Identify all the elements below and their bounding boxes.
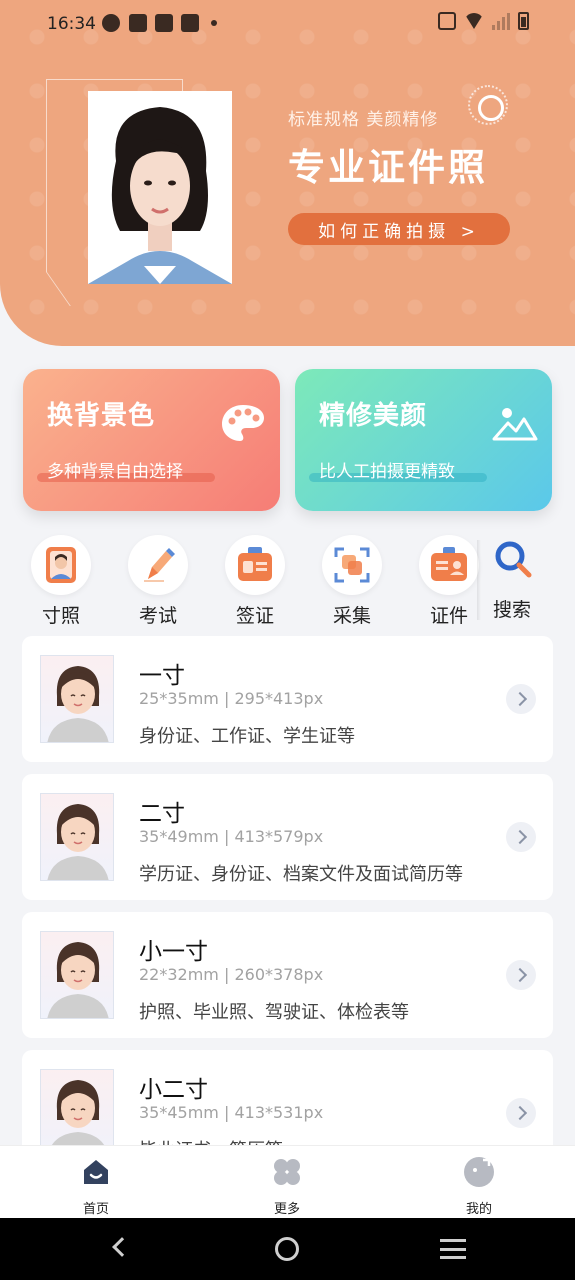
chevron-right-icon[interactable] <box>506 684 536 714</box>
category-label: 证件 <box>429 605 468 627</box>
photo-size-item[interactable]: 二寸 35*49mm | 413*579px 学历证、身份证、档案文件及面试简历… <box>22 774 553 900</box>
card-subtitle: 多种背景自由选择 <box>47 462 183 482</box>
sample-portrait <box>88 91 232 284</box>
chevron-right-icon[interactable] <box>506 822 536 852</box>
status-time: 16:34 <box>47 14 96 34</box>
avatar <box>40 655 114 743</box>
how-to-shoot-button[interactable]: 如何正确拍摄 > <box>288 213 510 245</box>
category-icon-circle <box>31 535 91 595</box>
dot-icon <box>211 20 217 26</box>
nav-mine[interactable]: 我的 <box>429 1146 529 1219</box>
category-exam[interactable]: 考试 <box>122 535 194 627</box>
palette-icon <box>222 405 264 441</box>
hero-subtitle: 标准规格 美颜精修 <box>288 110 439 130</box>
grid-icon <box>274 1159 300 1185</box>
card-title: 精修美颜 <box>319 401 428 431</box>
camera-ring-icon <box>468 85 508 125</box>
search-label: 搜索 <box>492 599 531 621</box>
card-title: 换背景色 <box>47 401 156 431</box>
app-icon <box>102 14 120 32</box>
bag-icon <box>155 14 173 32</box>
photo-size-item[interactable]: 小一寸 22*32mm | 260*378px 护照、毕业照、驾驶证、体检表等 <box>22 912 553 1038</box>
category-icon-circle <box>128 535 188 595</box>
nav-label: 我的 <box>465 1202 492 1217</box>
category-capture[interactable]: 采集 <box>316 535 388 627</box>
wifi-icon <box>464 13 484 29</box>
bag-icon <box>129 14 147 32</box>
category-label: 采集 <box>332 605 371 627</box>
category-inch-photo[interactable]: 寸照 <box>25 535 97 627</box>
portrait-icon <box>46 547 76 583</box>
status-bar: 16:34 <box>0 0 575 48</box>
category-label: 签证 <box>235 605 274 627</box>
category-label: 寸照 <box>41 605 80 627</box>
item-title: 二寸 <box>139 801 185 827</box>
vibrate-icon <box>438 12 456 30</box>
signal-icon <box>492 12 510 30</box>
item-title: 小一寸 <box>139 939 208 965</box>
search-button[interactable]: 搜索 <box>484 537 540 621</box>
item-size: 25*35mm | 295*413px <box>139 689 324 708</box>
hero-banner: 16:34 标准规格 美颜精修 专业证件照 如何正确拍摄 > <box>0 0 575 346</box>
change-background-card[interactable]: 换背景色 多种背景自由选择 <box>23 369 280 511</box>
bottom-nav: 首页 更多 我的 <box>0 1145 575 1218</box>
status-right-icons <box>438 12 529 30</box>
nav-label: 首页 <box>82 1202 109 1217</box>
nav-label: 更多 <box>273 1202 300 1217</box>
item-size: 35*45mm | 413*531px <box>139 1103 324 1122</box>
back-icon[interactable] <box>112 1237 132 1257</box>
pen-icon <box>144 548 175 582</box>
item-description: 学历证、身份证、档案文件及面试简历等 <box>139 864 463 885</box>
category-visa[interactable]: 签证 <box>219 535 291 627</box>
category-id[interactable]: 证件 <box>413 535 485 627</box>
chevron-right-icon[interactable] <box>506 1098 536 1128</box>
item-description: 身份证、工作证、学生证等 <box>139 726 355 747</box>
system-nav-bar <box>0 1218 575 1280</box>
avatar <box>40 1069 114 1157</box>
scan-icon <box>334 547 370 583</box>
home-icon <box>84 1160 108 1184</box>
profile-icon <box>464 1157 494 1187</box>
landscape-icon <box>492 408 538 441</box>
chevron-right-icon[interactable] <box>506 960 536 990</box>
category-icon-circle <box>225 535 285 595</box>
nav-more[interactable]: 更多 <box>237 1146 337 1219</box>
category-icon-circle <box>419 535 479 595</box>
battery-icon <box>518 12 529 30</box>
passport-icon <box>238 547 272 581</box>
item-size: 22*32mm | 260*378px <box>139 965 324 984</box>
photo-size-item[interactable]: 一寸 25*35mm | 295*413px 身份证、工作证、学生证等 <box>22 636 553 762</box>
category-icon-circle <box>322 535 382 595</box>
item-description: 护照、毕业照、驾驶证、体检表等 <box>139 1002 409 1023</box>
id-card-icon <box>431 547 467 581</box>
avatar <box>40 931 114 1019</box>
item-size: 35*49mm | 413*579px <box>139 827 324 846</box>
menu-icon[interactable] <box>440 1239 466 1259</box>
category-label: 考试 <box>138 605 177 627</box>
nav-home[interactable]: 首页 <box>46 1146 146 1219</box>
category-scroll-divider <box>477 540 481 620</box>
avatar <box>40 793 114 881</box>
hero-title: 专业证件照 <box>288 146 488 189</box>
search-icon <box>495 541 532 578</box>
card-subtitle: 比人工拍摄更精致 <box>319 462 455 482</box>
item-title: 小二寸 <box>139 1077 208 1103</box>
home-circle-icon[interactable] <box>275 1237 299 1261</box>
item-title: 一寸 <box>139 663 185 689</box>
bag-icon <box>181 14 199 32</box>
retouch-beauty-card[interactable]: 精修美颜 比人工拍摄更精致 <box>295 369 552 511</box>
